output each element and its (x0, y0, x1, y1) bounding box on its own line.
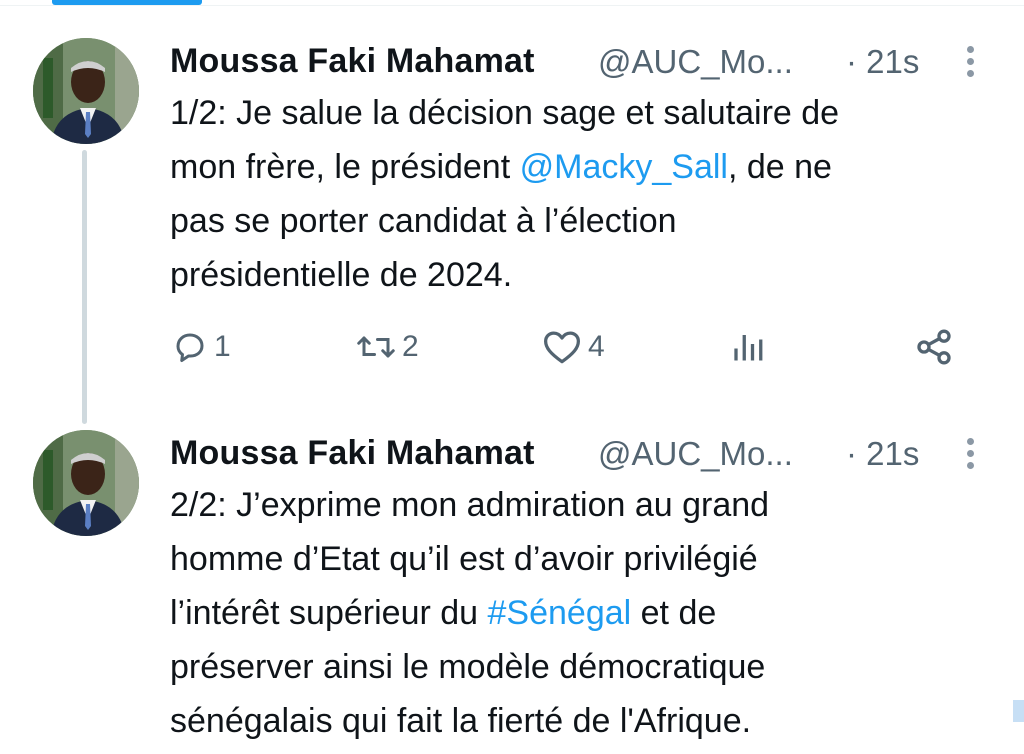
avatar[interactable] (33, 430, 139, 536)
more-options-icon[interactable] (960, 436, 980, 472)
views-icon (734, 335, 763, 361)
text-line: pas se porter candidat à l’élection (170, 202, 677, 240)
text-line: préserver ainsi le modèle démocratique (170, 648, 766, 686)
tweet-actions: 1 2 4 (170, 324, 970, 370)
retweet-button[interactable]: 2 (356, 324, 419, 370)
text-line: 2/2: J’exprime mon admiration au grand (170, 486, 770, 524)
share-icon (917, 329, 951, 365)
author-handle[interactable]: @AUC_Mo... (598, 435, 793, 473)
top-divider (0, 5, 1024, 6)
more-options-icon[interactable] (960, 44, 980, 80)
author-name[interactable]: Moussa Faki Mahamat (170, 42, 535, 81)
share-button[interactable] (914, 324, 954, 370)
reply-button[interactable]: 1 (172, 324, 231, 370)
text-line: mon frère, le président @Macky_Sall, de … (170, 148, 832, 186)
text-line: présidentielle de 2024. (170, 256, 513, 294)
text-line: sénégalais qui fait la fierté de l'Afriq… (170, 702, 752, 740)
text-line: 1/2: Je salue la décision sage et saluta… (170, 94, 840, 132)
text-line: homme d’Etat qu’il est d’avoir privilégi… (170, 540, 758, 578)
avatar-photo (33, 38, 139, 144)
tweet-header: Moussa Faki Mahamat @AUC_Mo... · 21s (170, 434, 990, 478)
tweet-text: 2/2: J’exprime mon admiration au grand h… (170, 478, 990, 748)
timestamp[interactable]: · 21s (846, 43, 919, 81)
author-handle[interactable]: @AUC_Mo... (598, 43, 793, 81)
reply-icon (176, 333, 204, 362)
thread-connector (82, 150, 87, 424)
avatar-photo (33, 430, 139, 536)
heart-icon (544, 331, 580, 364)
tweet-text: 1/2: Je salue la décision sage et saluta… (170, 86, 990, 302)
avatar[interactable] (33, 38, 139, 144)
like-count: 4 (588, 330, 605, 363)
hashtag-link[interactable]: #Sénégal (488, 594, 632, 632)
text-line: l’intérêt supérieur du #Sénégal et de (170, 594, 717, 632)
mention-link[interactable]: @Macky_Sall (520, 148, 728, 186)
retweet-icon (357, 336, 395, 358)
reply-count: 1 (214, 330, 231, 363)
timestamp[interactable]: · 21s (846, 435, 919, 473)
scrollbar-thumb[interactable] (1013, 700, 1024, 722)
tweet-header: Moussa Faki Mahamat @AUC_Mo... · 21s (170, 42, 990, 86)
like-button[interactable]: 4 (542, 324, 605, 370)
author-name[interactable]: Moussa Faki Mahamat (170, 434, 535, 473)
retweet-count: 2 (402, 330, 419, 363)
views-button[interactable] (730, 324, 766, 370)
